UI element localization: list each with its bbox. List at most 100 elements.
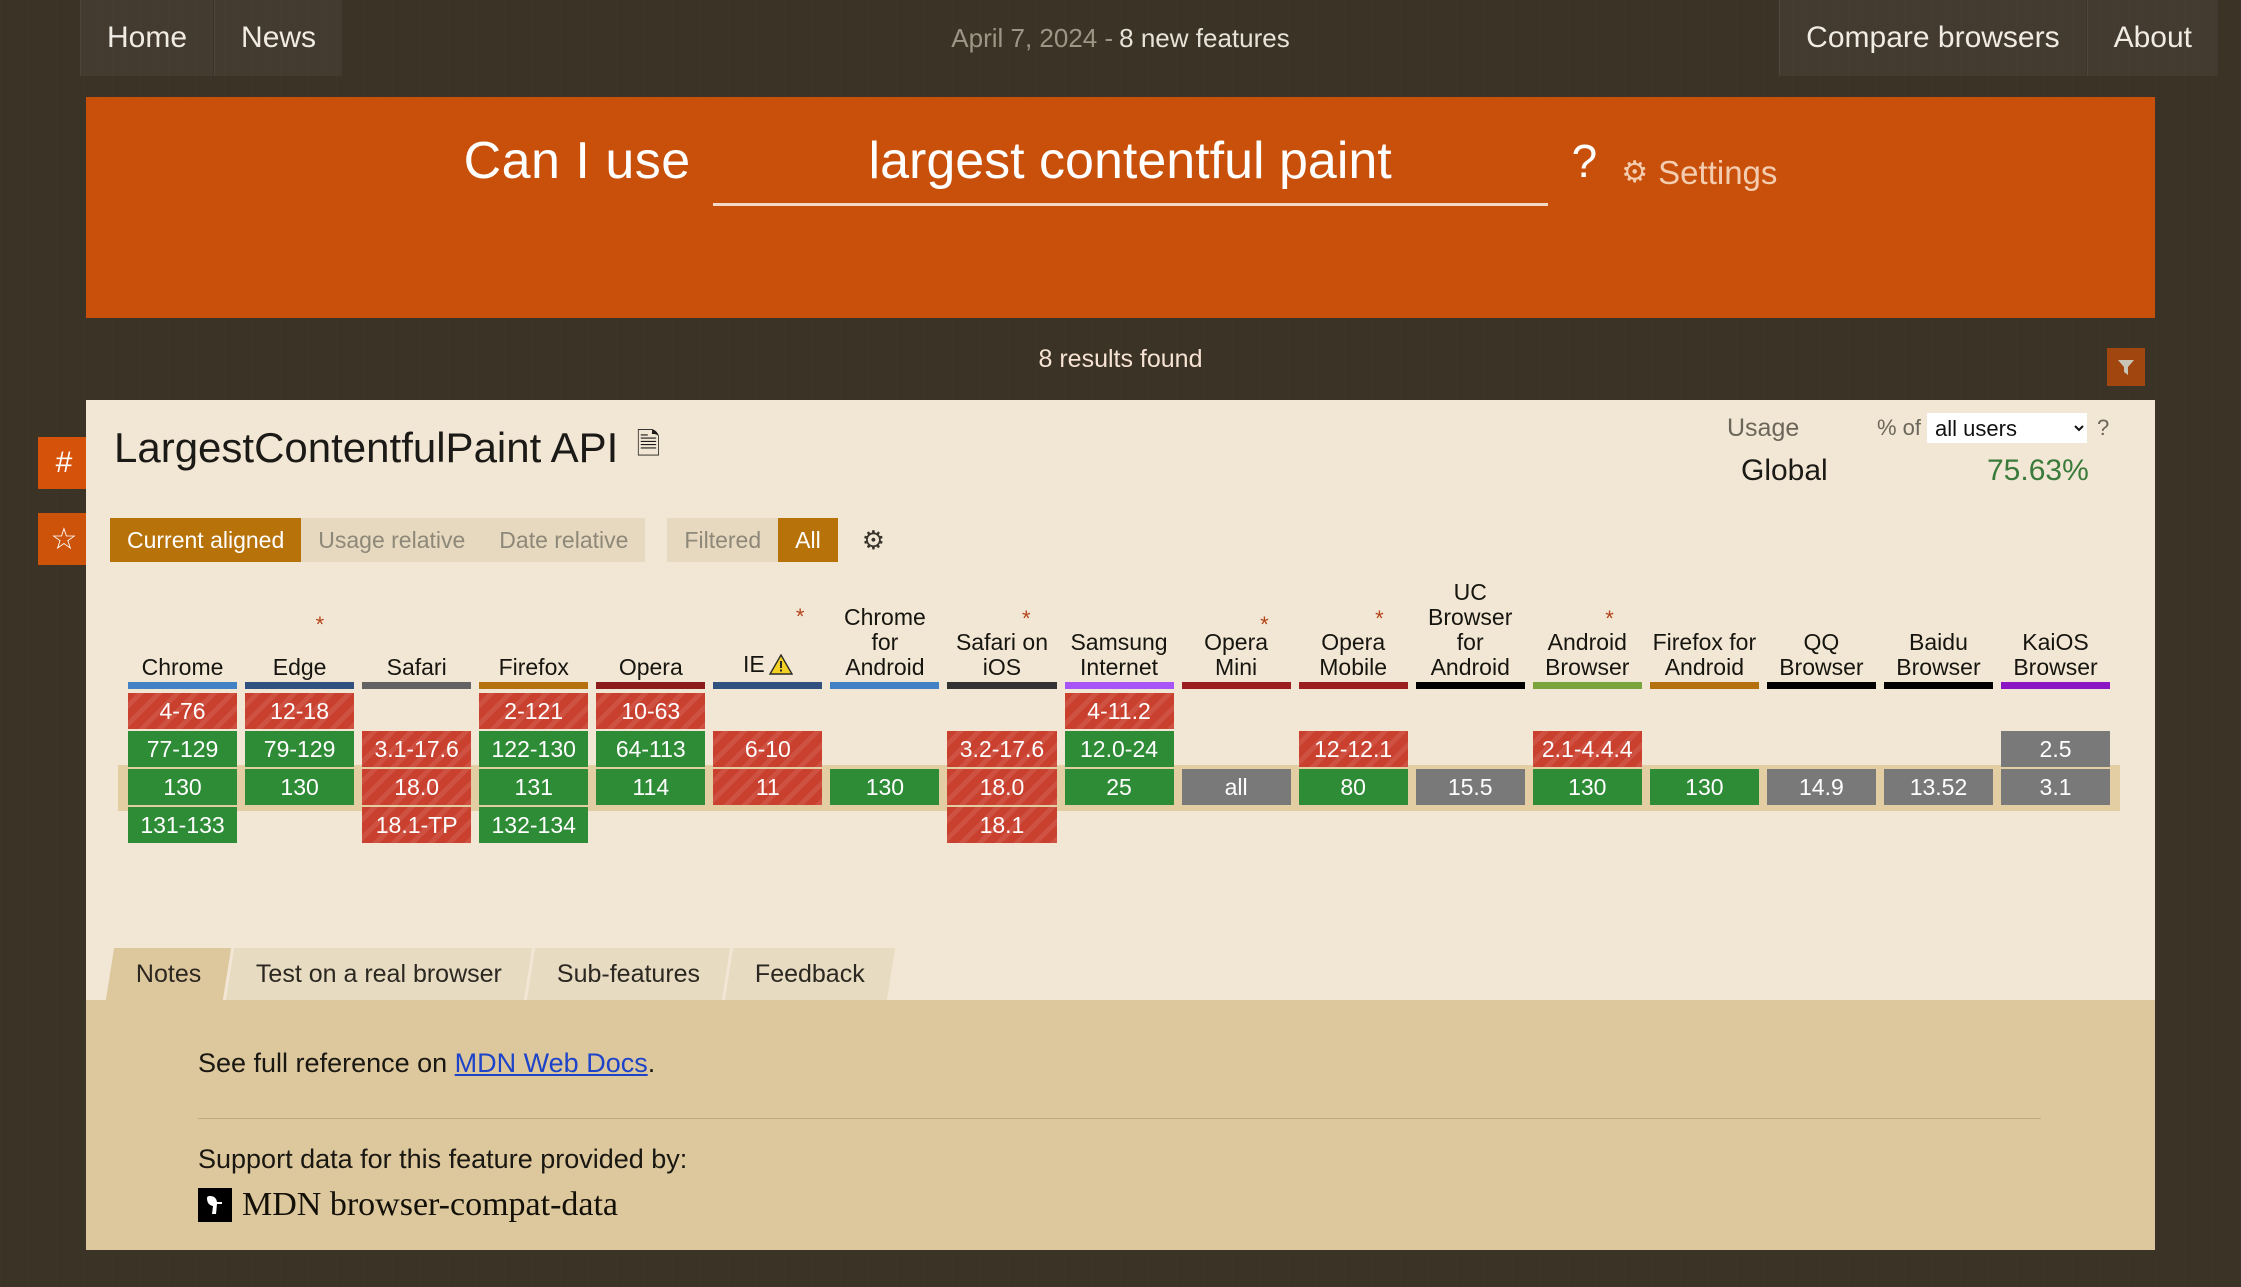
version-cell[interactable]: 130	[830, 769, 940, 805]
tab-notes[interactable]: Notes	[105, 948, 232, 1000]
version-cell-empty	[830, 807, 939, 843]
version-cell[interactable]: 4-76	[128, 693, 238, 729]
search-help-icon[interactable]: ?	[1572, 125, 1598, 197]
tab-test-on-a-real-browser[interactable]: Test on a real browser	[226, 948, 533, 1000]
version-cell[interactable]: 25	[1064, 769, 1174, 805]
usage-help-icon[interactable]: ?	[2097, 415, 2109, 441]
version-cell[interactable]: 15.5	[1415, 769, 1525, 805]
version-cell[interactable]: 4-11.2	[1064, 693, 1174, 729]
reference-suffix: .	[647, 1048, 656, 1078]
toggle-current-aligned[interactable]: Current aligned	[110, 518, 302, 562]
version-cell[interactable]: 79-129	[245, 731, 355, 767]
browser-column: Safari on iOS * 3.2-17.6 18.0 18.1	[943, 578, 1060, 898]
version-cell[interactable]: 3.1	[2001, 769, 2111, 805]
version-cell[interactable]: 77-129	[128, 731, 238, 767]
tab-sub-features[interactable]: Sub-features	[527, 948, 731, 1000]
version-cell-stack: 15.5	[1415, 693, 1525, 845]
version-cell-empty	[245, 807, 354, 843]
version-cell-empty	[2001, 807, 2110, 843]
version-cell[interactable]: 18.1	[947, 807, 1057, 843]
browser-name-label: Chrome for Android	[844, 604, 926, 680]
version-cell-empty	[713, 693, 822, 729]
browser-column-header: QQ Browser	[1767, 578, 1876, 682]
gear-icon[interactable]: ⚙	[862, 525, 885, 556]
version-cell-stack: 12-12.1 80	[1298, 693, 1408, 845]
can-i-use-label: Can I use	[463, 132, 691, 190]
view-mode-group: Current aligned Usage relative Date rela…	[110, 518, 646, 562]
partial-support-asterisk: *	[795, 604, 805, 629]
version-cell[interactable]: 13.52	[1883, 769, 1993, 805]
partial-support-asterisk: *	[1375, 606, 1384, 631]
version-cell[interactable]: 11	[713, 769, 823, 805]
toggle-usage-relative[interactable]: Usage relative	[301, 518, 483, 562]
version-cell[interactable]: 130	[1649, 769, 1759, 805]
nav-news[interactable]: News	[214, 0, 344, 76]
browser-name-label: Opera Mini	[1204, 629, 1269, 680]
mdn-brand-text: MDN browser-compat-data	[242, 1186, 619, 1223]
toggle-date-relative[interactable]: Date relative	[482, 518, 646, 562]
settings-link[interactable]: ⚙ Settings	[1621, 125, 1777, 209]
version-cell[interactable]: 114	[596, 769, 706, 805]
browser-column-header: Android Browser *	[1533, 578, 1642, 682]
nav-about[interactable]: About	[2086, 0, 2219, 76]
top-navigation-bar: Home News April 7, 2024 - 8 new features…	[0, 0, 2241, 76]
usage-audience-select[interactable]: all userstracked desktop userstracked mo…	[1927, 413, 2088, 443]
nav-date-label: April 7, 2024 -	[951, 22, 1114, 53]
version-cell[interactable]: 131-133	[128, 807, 238, 843]
nav-home[interactable]: Home	[80, 0, 215, 76]
search-input[interactable]	[712, 125, 1548, 203]
version-cell[interactable]: 18.0	[362, 769, 472, 805]
support-data-credit: Support data for this feature provided b…	[198, 1144, 688, 1174]
version-cell[interactable]: 130	[1532, 769, 1642, 805]
tab-feedback[interactable]: Feedback	[725, 948, 896, 1000]
rail-favorite-button[interactable]: ☆	[38, 513, 90, 565]
version-cell[interactable]: 18.1-TP	[362, 807, 472, 843]
tab-label: Feedback	[755, 959, 866, 988]
mdn-web-docs-link[interactable]: MDN Web Docs	[455, 1048, 648, 1078]
version-cell[interactable]: 12-12.1	[1298, 731, 1408, 767]
version-cell[interactable]: 12.0-24	[1064, 731, 1174, 767]
version-cell-stack: 3.2-17.6 18.0 18.1	[947, 693, 1057, 845]
version-cell[interactable]: 3.1-17.6	[362, 731, 472, 767]
browser-color-bar	[1883, 682, 1993, 689]
browser-column: Opera Mini * all	[1178, 578, 1295, 898]
version-cell[interactable]: 132-134	[479, 807, 589, 843]
version-cell[interactable]: 12-18	[245, 693, 355, 729]
partial-support-asterisk: *	[315, 612, 325, 637]
version-cell[interactable]: 130	[128, 769, 238, 805]
version-cell[interactable]: 2-121	[479, 693, 589, 729]
browser-column-header: Safari	[362, 578, 471, 682]
version-cell[interactable]: 2.1-4.4.4	[1532, 731, 1642, 767]
browser-color-bar	[1766, 682, 1876, 689]
version-cell[interactable]: 130	[245, 769, 355, 805]
version-cell[interactable]: 10-63	[596, 693, 706, 729]
browser-column: Firefox 2-121 122-130 131 132-134	[475, 578, 592, 898]
version-cell[interactable]: 64-113	[596, 731, 706, 767]
browser-name-label: QQ Browser	[1779, 629, 1864, 680]
toggle-filtered[interactable]: Filtered	[667, 518, 779, 562]
toggle-all[interactable]: All	[778, 518, 838, 562]
version-cell[interactable]: 14.9	[1766, 769, 1876, 805]
rail-anchor-button[interactable]: #	[38, 437, 90, 489]
nav-compare-browsers[interactable]: Compare browsers	[1779, 0, 2087, 76]
version-cell[interactable]: 6-10	[713, 731, 823, 767]
browser-column-header: Opera Mini *	[1182, 578, 1291, 682]
filter-button[interactable]	[2107, 348, 2145, 386]
version-cell-empty	[1533, 693, 1642, 729]
usage-block: Usage % of all userstracked desktop user…	[1727, 410, 2137, 492]
version-cell[interactable]: 18.0	[947, 769, 1057, 805]
version-cell-empty	[1416, 693, 1525, 729]
document-icon[interactable]: 🗎	[636, 422, 660, 473]
version-cell[interactable]: 131	[479, 769, 589, 805]
version-cell[interactable]: 80	[1298, 769, 1408, 805]
partial-support-asterisk: *	[1605, 606, 1614, 631]
browser-color-bar	[830, 682, 940, 689]
version-cell[interactable]: 2.5	[2001, 731, 2111, 767]
browser-color-bar	[2001, 682, 2111, 689]
version-cell[interactable]: all	[1181, 769, 1291, 805]
usage-header-row: Usage % of all userstracked desktop user…	[1727, 410, 2137, 446]
browser-column: Android Browser * 2.1-4.4.4 130	[1529, 578, 1646, 898]
browser-column-header: Chrome for Android	[830, 578, 939, 682]
version-cell[interactable]: 122-130	[479, 731, 589, 767]
version-cell[interactable]: 3.2-17.6	[947, 731, 1057, 767]
